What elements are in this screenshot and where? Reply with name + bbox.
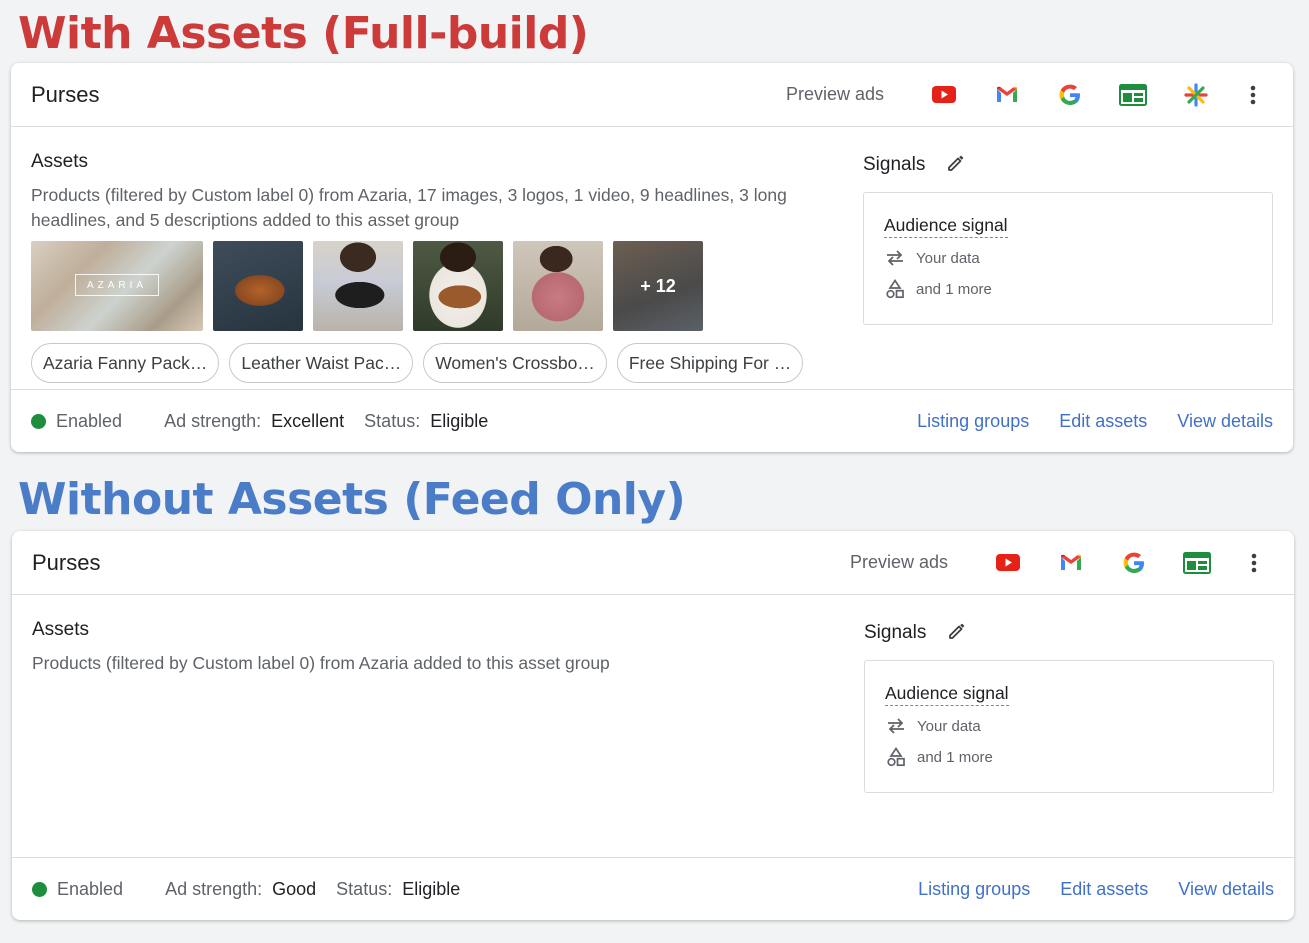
signals-header: Signals <box>864 615 1274 651</box>
preview-ads-label: Preview ads <box>785 84 884 104</box>
status-label: Status: <box>336 878 393 899</box>
signals-header: Signals <box>863 147 1273 183</box>
status-value: Eligible <box>430 410 489 431</box>
asset-thumbnail-brand[interactable]: AZARIA <box>31 241 203 331</box>
your-data-label: Your data <box>917 717 981 735</box>
youtube-icon[interactable] <box>912 75 975 115</box>
audience-signal-link[interactable]: Audience signal <box>884 215 1008 238</box>
more-assets-count: + 12 <box>640 275 676 296</box>
status-label: Status: <box>364 410 421 431</box>
preview-ads-label: Preview ads <box>849 552 948 572</box>
google-search-icon[interactable] <box>1038 75 1101 115</box>
audience-signal-link[interactable]: Audience signal <box>885 683 1009 706</box>
signal-row-your-data: Your data <box>885 715 1253 737</box>
ad-strength-value: Good <box>272 878 317 899</box>
sync-arrows-icon <box>885 715 907 737</box>
enabled-label: Enabled <box>56 410 123 431</box>
signals-section: Signals Audience signal Your data and 1 … <box>863 147 1273 325</box>
section-heading-with-assets: With Assets (Full-build) <box>18 8 589 59</box>
asset-thumbnail[interactable] <box>513 241 603 331</box>
google-search-icon[interactable] <box>1102 543 1165 583</box>
display-network-icon[interactable] <box>1165 543 1228 583</box>
preview-channel-icons <box>976 543 1274 583</box>
headline-chips: Azaria Fanny Pack… Leather Waist Pac… Wo… <box>31 343 821 383</box>
edit-assets-link[interactable]: Edit assets <box>1059 411 1147 432</box>
asset-thumbnails: AZARIA + 12 <box>31 241 821 331</box>
asset-group-title: Purses <box>31 81 100 107</box>
more-vert-icon[interactable] <box>1234 543 1274 583</box>
assets-section: Assets Products (filtered by Custom labe… <box>32 619 822 676</box>
asset-group-card-feed-only: Purses Preview ads Assets Products (filt… <box>12 531 1294 920</box>
view-details-link[interactable]: View details <box>1178 879 1274 900</box>
and-more-label: and 1 more <box>917 748 993 766</box>
more-vert-icon[interactable] <box>1233 75 1273 115</box>
assets-description: Products (filtered by Custom label 0) fr… <box>31 185 787 230</box>
brand-logo-text: AZARIA <box>75 274 159 296</box>
asset-group-title: Purses <box>32 549 101 575</box>
assets-title: Assets <box>32 619 90 640</box>
listing-groups-link[interactable]: Listing groups <box>918 879 1030 900</box>
signals-section: Signals Audience signal Your data and 1 … <box>864 615 1274 793</box>
listing-groups-link[interactable]: Listing groups <box>917 411 1029 432</box>
card-body: Assets Products (filtered by Custom labe… <box>12 595 1294 857</box>
audience-signal-box: Audience signal Your data and 1 more <box>863 192 1273 325</box>
gmail-icon[interactable] <box>1039 543 1102 583</box>
ad-strength-value: Excellent <box>271 410 345 431</box>
display-network-icon[interactable] <box>1101 75 1164 115</box>
assets-title: Assets <box>31 151 89 172</box>
signal-row-more: and 1 more <box>885 746 1253 768</box>
card-footer: Enabled Ad strength: Good Status: Eligib… <box>12 857 1294 920</box>
asset-thumbnail[interactable] <box>213 241 303 331</box>
enabled-status-dot <box>32 881 47 897</box>
headline-chip[interactable]: Free Shipping For … <box>616 343 804 383</box>
signals-title: Signals <box>864 622 927 643</box>
section-heading-without-assets: Without Assets (Feed Only) <box>18 474 686 525</box>
ad-strength-label: Ad strength: <box>165 878 263 899</box>
your-data-label: Your data <box>916 249 980 267</box>
ad-strength-label: Ad strength: <box>164 410 262 431</box>
asset-thumbnail[interactable] <box>313 241 403 331</box>
audience-signal-box: Audience signal Your data and 1 more <box>864 660 1274 793</box>
asset-group-card-full-build: Purses Preview ads Assets Products (filt… <box>11 63 1293 452</box>
signal-row-your-data: Your data <box>884 247 1252 269</box>
card-header: Purses Preview ads <box>12 531 1294 595</box>
view-details-link[interactable]: View details <box>1177 411 1273 432</box>
card-footer: Enabled Ad strength: Excellent Status: E… <box>11 389 1293 452</box>
assets-description: Products (filtered by Custom label 0) fr… <box>32 653 610 673</box>
shapes-icon <box>885 746 907 768</box>
headline-chip[interactable]: Women's Crossbo… <box>423 343 607 383</box>
edit-assets-link[interactable]: Edit assets <box>1060 879 1148 900</box>
assets-section: Assets Products (filtered by Custom labe… <box>31 151 821 383</box>
shapes-icon <box>884 278 906 300</box>
signals-title: Signals <box>863 154 926 175</box>
more-assets-thumbnail[interactable]: + 12 <box>613 241 703 331</box>
and-more-label: and 1 more <box>916 280 992 298</box>
signal-row-more: and 1 more <box>884 278 1252 300</box>
headline-chip[interactable]: Azaria Fanny Pack… <box>31 343 220 383</box>
edit-pencil-icon[interactable] <box>948 622 966 645</box>
status-value: Eligible <box>402 878 461 899</box>
youtube-icon[interactable] <box>976 543 1039 583</box>
headline-chip[interactable]: Leather Waist Pac… <box>229 343 414 383</box>
enabled-label: Enabled <box>57 878 124 899</box>
asset-thumbnail[interactable] <box>413 241 503 331</box>
enabled-status-dot <box>31 413 46 429</box>
card-body: Assets Products (filtered by Custom labe… <box>11 127 1293 389</box>
card-header: Purses Preview ads <box>11 63 1293 127</box>
preview-channel-icons <box>912 75 1273 115</box>
sync-arrows-icon <box>884 247 906 269</box>
discover-icon[interactable] <box>1164 75 1227 115</box>
edit-pencil-icon[interactable] <box>947 154 965 177</box>
gmail-icon[interactable] <box>975 75 1038 115</box>
